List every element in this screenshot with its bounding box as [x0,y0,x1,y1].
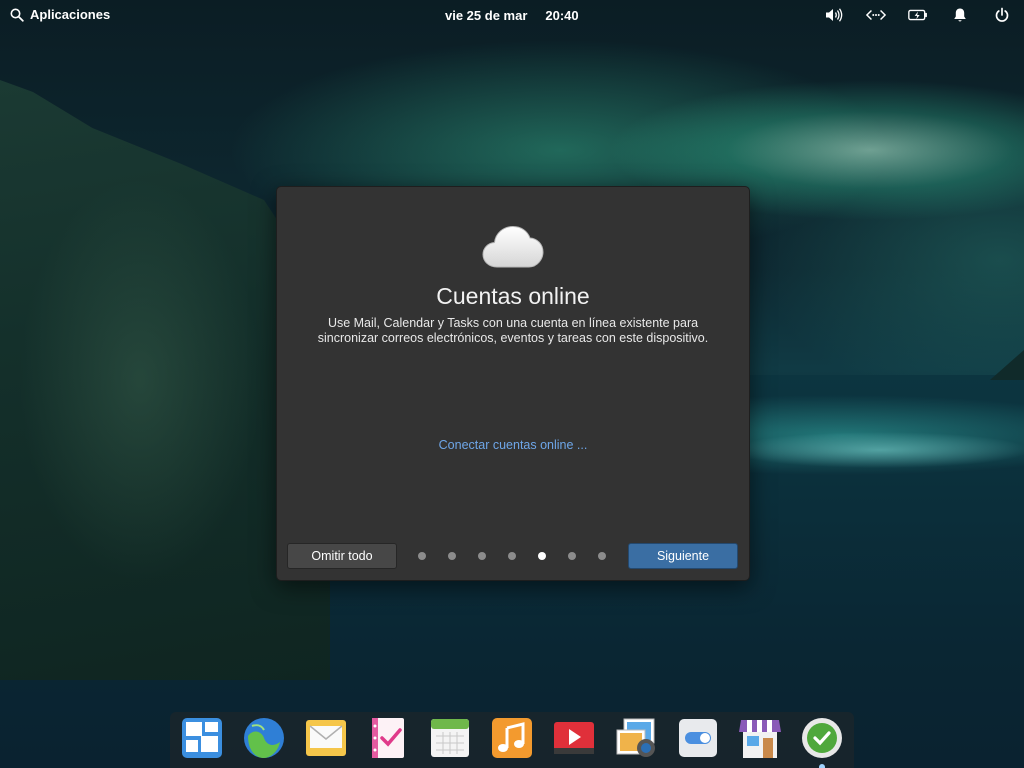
page-dot-7[interactable] [598,552,606,560]
time-label: 20:40 [545,8,579,23]
running-indicator [819,764,825,768]
music-icon[interactable] [490,716,534,760]
power-icon[interactable] [992,6,1012,24]
date-label: vie 25 de mar [445,8,528,23]
notifications-icon[interactable] [950,6,970,24]
dialog-description: Use Mail, Calendar y Tasks con una cuent… [317,316,709,345]
cloud-icon [481,217,545,269]
applications-menu[interactable]: Aplicaciones [10,7,110,22]
network-icon[interactable] [866,6,886,24]
next-button[interactable]: Siguiente [628,543,738,569]
videos-icon[interactable] [552,716,596,760]
multitasking-view-icon[interactable] [180,716,224,760]
dialog-title: Cuentas online [436,283,590,309]
page-dot-6[interactable] [568,552,576,560]
volume-icon[interactable] [824,6,844,24]
tasks-icon[interactable] [366,716,410,760]
page-dot-2[interactable] [448,552,456,560]
indicators [824,6,1012,24]
web-browser-icon[interactable] [242,716,286,760]
wallpaper-surf [740,430,1024,470]
page-dot-1[interactable] [418,552,426,560]
appcenter-icon[interactable] [738,716,782,760]
top-panel: Aplicaciones vie 25 de mar 20:40 [0,0,1024,30]
connect-online-accounts-link[interactable]: Conectar cuentas online ... [277,438,749,452]
photos-icon[interactable] [614,716,658,760]
onboarding-dialog: Cuentas online Use Mail, Calendar y Task… [276,186,750,581]
skip-all-button[interactable]: Omitir todo [287,543,397,569]
page-dot-5[interactable] [538,552,546,560]
search-icon [10,8,24,22]
page-dot-3[interactable] [478,552,486,560]
system-settings-icon[interactable] [676,716,720,760]
welcome-check-icon[interactable] [800,716,844,760]
desktop: Aplicaciones vie 25 de mar 20:40 Cuentas… [0,0,1024,768]
calendar-icon[interactable] [428,716,472,760]
page-indicator [418,552,606,560]
battery-icon[interactable] [908,6,928,24]
page-dot-4[interactable] [508,552,516,560]
applications-label: Aplicaciones [30,7,111,22]
datetime-indicator[interactable]: vie 25 de mar 20:40 [445,8,579,23]
mail-icon[interactable] [304,716,348,760]
